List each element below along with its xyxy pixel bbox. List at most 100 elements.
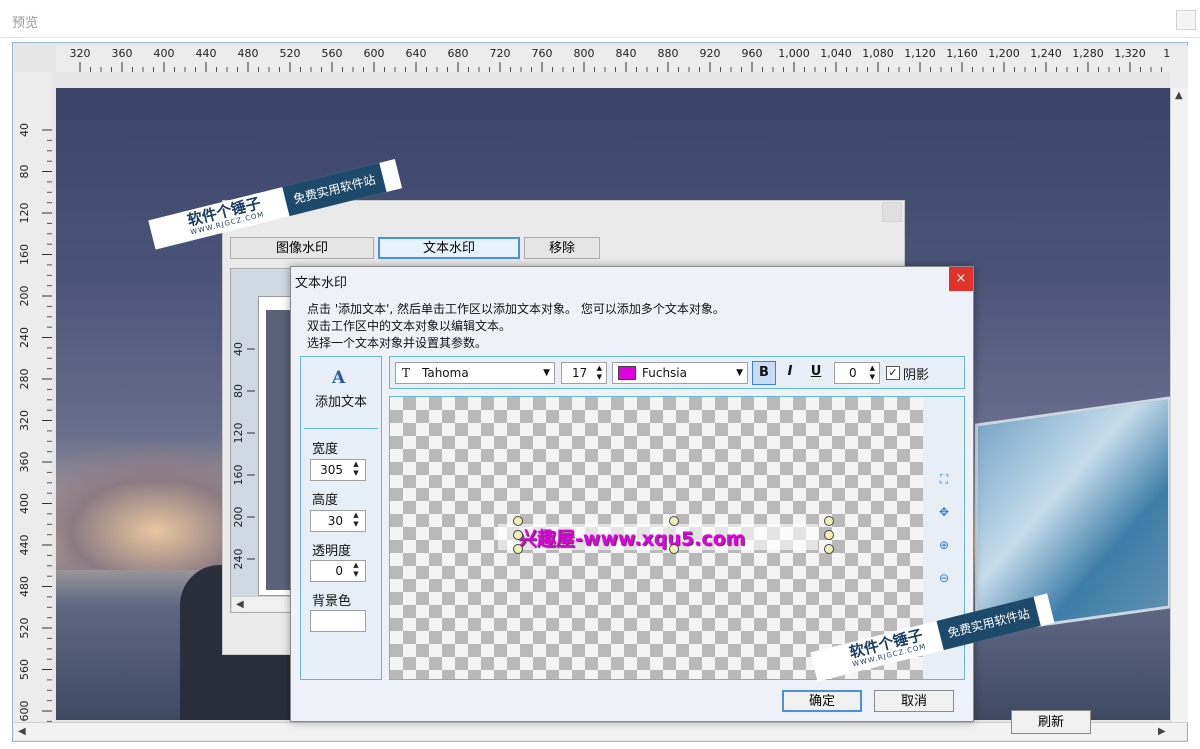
ruler-tick-label: 1,280 — [1072, 47, 1104, 60]
zoom-in-icon[interactable]: ⊕ — [936, 537, 952, 553]
ruler-tick-label: 480 — [238, 47, 259, 60]
height-label: 高度 — [312, 493, 339, 508]
ok-button[interactable]: 确定 — [782, 690, 862, 712]
zoom-out-icon[interactable]: ⊖ — [936, 570, 952, 586]
tab-remove[interactable]: 移除 — [524, 237, 600, 259]
add-text-icon[interactable]: A — [332, 368, 345, 388]
ruler-tick-label: 200 — [18, 286, 31, 307]
tab-text-watermark[interactable]: 文本水印 — [378, 237, 520, 259]
ruler-tick-label: 1,000 — [778, 47, 810, 60]
bg-color-picker[interactable] — [310, 610, 366, 632]
color-swatch — [618, 366, 636, 380]
ruler-corner — [1170, 46, 1188, 88]
easel-painting — [975, 396, 1170, 636]
color-name: Fuchsia — [642, 366, 687, 380]
cancel-button[interactable]: 取消 — [874, 690, 954, 712]
ruler-tick-label: 1,080 — [862, 47, 894, 60]
ruler-tick-label: 240 — [232, 549, 245, 570]
opacity-label: 透明度 — [312, 544, 352, 559]
ruler-tick-label: 720 — [490, 47, 511, 60]
horizontal-ruler-ticks: 320 360 400 440 480 520 560 600 640 680 720 760 800 8… — [70, 47, 1170, 72]
ruler-tick-label: 160 — [232, 465, 245, 486]
ruler-tick-label: 760 — [532, 47, 553, 60]
scroll-right-icon[interactable]: ▶ — [1158, 726, 1166, 737]
resize-handle[interactable] — [513, 516, 523, 526]
ruler-tick-label: 1,160 — [946, 47, 978, 60]
ruler-tick-label: 680 — [448, 47, 469, 60]
info-line-1: 点击 '添加文本', 然后单击工作区以添加文本对象。 您可以添加多个文本对象。 — [307, 302, 725, 316]
fit-icon[interactable]: ⛶ — [936, 471, 952, 487]
window-close-button[interactable] — [1176, 10, 1196, 30]
tab-image-watermark[interactable]: 图像水印 — [230, 237, 374, 259]
resize-handle[interactable] — [513, 530, 523, 540]
ruler-tick-label: 840 — [616, 47, 637, 60]
italic-button[interactable]: I — [778, 361, 802, 385]
text-object-content[interactable]: 兴趣屋-www.xqu5.com — [518, 524, 745, 551]
dialog-close-button[interactable]: × — [949, 267, 973, 291]
scroll-left-icon[interactable]: ◀ — [236, 599, 244, 610]
color-select[interactable]: Fuchsia ▼ — [612, 362, 748, 384]
ruler-tick-label: 160 — [18, 244, 31, 265]
shadow-checkbox[interactable]: ✓ — [886, 366, 900, 380]
resize-handle[interactable] — [513, 544, 523, 554]
actual-size-icon[interactable]: ✥ — [936, 504, 952, 520]
inner-vertical-ruler: 40 80 120 160 200 240 — [232, 342, 255, 570]
bg-color-label: 背景色 — [312, 594, 352, 609]
vertical-ruler-ticks: 40 80 120 160 200 240 280 320 360 400 440 480 520 560… — [18, 123, 52, 722]
underline-button[interactable]: U — [804, 361, 828, 385]
ruler-tick-label: 360 — [18, 452, 31, 473]
add-text-button[interactable]: 添加文本 — [315, 391, 367, 410]
spinner-arrows-icon[interactable]: ▲ ▼ — [350, 561, 362, 581]
ruler-tick-label: 80 — [232, 384, 245, 398]
ruler-tick-label: 1,040 — [820, 47, 852, 60]
spinner-arrows-icon[interactable]: ▲ ▼ — [350, 460, 362, 480]
resize-handle[interactable] — [824, 516, 834, 526]
resize-handle[interactable] — [669, 516, 679, 526]
ruler-tick-label: 280 — [18, 369, 31, 390]
horizontal-ruler: 320 360 400 440 480 520 560 600 640 680 720 760 800 8… — [56, 46, 1170, 72]
ruler-tick-label: 80 — [18, 165, 31, 179]
font-size-spinner[interactable]: 17 ▲ ▼ — [561, 362, 607, 384]
ruler-tick-label: 200 — [232, 507, 245, 528]
ruler-tick-label: 1,120 — [904, 47, 936, 60]
title-bar — [0, 0, 1200, 38]
ruler-tick-label: 520 — [18, 618, 31, 639]
scroll-up-icon[interactable]: ▲ — [1175, 90, 1183, 101]
ruler-tick-label: 1,200 — [988, 47, 1020, 60]
ruler-tick-label: 560 — [18, 659, 31, 680]
shadow-label: 阴影 — [903, 368, 930, 383]
resize-handle[interactable] — [824, 544, 834, 554]
vertical-scrollbar[interactable]: ▲ — [1170, 88, 1188, 722]
ruler-tick-label: 800 — [574, 47, 595, 60]
vertical-ruler: 40 80 120 160 200 240 280 320 360 400 440 480 520 560… — [14, 72, 52, 722]
ruler-tick-label: 400 — [18, 493, 31, 514]
shadow-offset-value: 0 — [849, 366, 857, 380]
ruler-tick-label: 1,240 — [1030, 47, 1062, 60]
spinner-arrows-icon: ▲ ▼ — [869, 364, 875, 381]
panel-divider — [304, 428, 378, 429]
ruler-tick-label: 440 — [18, 535, 31, 556]
width-label: 宽度 — [312, 442, 339, 457]
ruler-tick-label: 360 — [112, 47, 133, 60]
refresh-button[interactable]: 刷新 — [1011, 710, 1091, 734]
shadow-offset-spinner[interactable]: 0 ▲ ▼ — [834, 362, 880, 384]
ruler-tick-label: 320 — [18, 410, 31, 431]
resize-handle[interactable] — [669, 544, 679, 554]
scroll-left-icon[interactable]: ◀ — [18, 726, 26, 737]
ruler-tick-label: 1,320 — [1114, 47, 1146, 60]
ruler-tick-label: 920 — [700, 47, 721, 60]
ruler-tick-label: 600 — [364, 47, 385, 60]
spinner-arrows-icon[interactable]: ▲ ▼ — [350, 511, 362, 531]
ruler-tick-label: 480 — [18, 576, 31, 597]
info-line-3: 选择一个文本对象并设置其参数。 — [307, 336, 488, 350]
dialog-title: 文本水印 — [295, 276, 348, 291]
spinner-arrows-icon: ▲ ▼ — [596, 364, 602, 381]
resize-handle[interactable] — [824, 530, 834, 540]
ruler-tick-label: 40 — [232, 342, 245, 356]
watermark-window-close-button[interactable] — [882, 202, 902, 222]
dropdown-arrow-icon: ▼ — [736, 368, 743, 378]
font-select[interactable]: T Tahoma ▼ — [395, 362, 555, 384]
watermark-preview-scrollbar[interactable]: ◀ — [232, 596, 298, 612]
info-line-2: 双击工作区中的文本对象以编辑文本。 — [307, 319, 512, 333]
bold-button[interactable]: B — [752, 361, 776, 385]
